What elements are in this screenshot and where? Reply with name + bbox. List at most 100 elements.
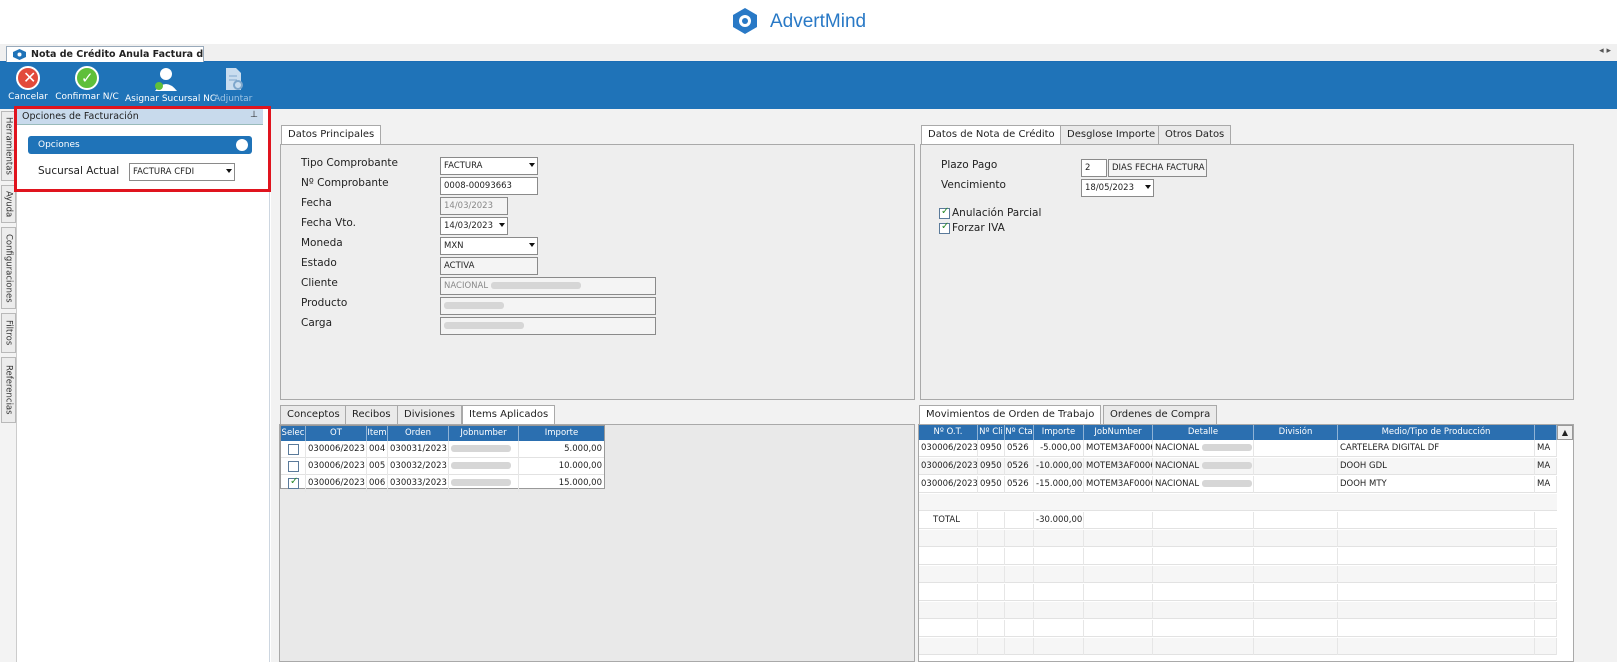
tab-divisiones[interactable]: Divisiones [397,405,462,424]
division-cell [1254,476,1338,493]
empty-cell [919,620,978,637]
empty-cell [919,602,978,619]
side-tab-configuraciones[interactable]: Configuraciones [1,227,16,309]
empty-cell [978,512,1005,529]
tab-movimientos-ot[interactable]: Movimientos de Orden de Trabajo [919,405,1102,425]
plazo-input[interactable]: 2 [1081,159,1107,177]
chevron-down-icon [529,163,535,167]
col-item[interactable]: Item [367,426,388,441]
tab-ordenes-compra[interactable]: Ordenes de Compra [1103,405,1218,424]
empty-cell [1034,620,1084,637]
table-row[interactable]: 030006/2023 0950 0526 -10.000,00 MOTEM3A… [919,458,1557,475]
table-row[interactable]: 030006/2023 004 030031/2023 5.000,00 [281,441,604,458]
redacted-text [1201,462,1252,469]
document-tab[interactable]: Nota de Crédito Anula Factura de... [6,46,204,62]
numero-input[interactable]: 0008-00093663 [440,177,538,195]
forzar-iva-checkbox[interactable]: ✓ [939,221,950,234]
empty-row [919,494,1557,511]
col-jobnumber[interactable]: Jobnumber [449,426,519,441]
total-row: TOTAL -30.000,00 [919,512,1557,529]
empty-cell [978,638,1005,655]
col-division[interactable]: División [1254,425,1338,440]
col-ot[interactable]: OT [306,426,367,441]
cancel-button[interactable]: ✕ Cancelar [8,66,48,102]
checkmark-icon: ✓ [941,221,950,232]
nota-tab-row: Datos de Nota de Crédito Desglose Import… [921,125,1241,145]
medio-cell: DOOH GDL [1338,458,1535,475]
empty-cell [1254,620,1338,637]
vencimiento-picker[interactable]: 18/05/2023 [1081,179,1154,197]
side-tab-referencias[interactable]: Referencias [1,357,16,423]
table-row[interactable]: ✓ 030006/2023 006 030033/2023 15.000,00 [281,475,604,492]
side-tab-filtros[interactable]: Filtros [1,313,16,353]
attach-document-icon [226,68,243,90]
tipo-select[interactable]: FACTURA [440,157,538,175]
col-jobnumber[interactable]: JobNumber [1084,425,1153,440]
scroll-up-icon[interactable]: ▲ [1557,425,1573,440]
col-medio[interactable]: Medio/Tipo de Producción [1338,425,1535,440]
jobnumber-cell: MOTEM3AF0006 [1084,440,1153,457]
redacted-text [451,462,511,469]
col-detalle[interactable]: Detalle [1153,425,1254,440]
importe-cell: 10.000,00 [558,461,602,471]
principal-panel: Tipo Comprobante FACTURA Nº Comprobante … [280,144,915,400]
tab-items-aplicados[interactable]: Items Aplicados [462,405,556,425]
cliente-label: Cliente [301,277,338,289]
table-row[interactable]: 030006/2023 0950 0526 -15.000,00 MOTEM3A… [919,476,1557,493]
confirm-nc-button[interactable]: ✓ Confirmar N/C [55,66,119,102]
item-cell: 006 [367,475,388,492]
redacted-text [444,322,524,329]
col-orden[interactable]: Orden [388,426,449,441]
col-selec[interactable]: Selec [281,426,306,441]
medio-cell: DOOH MTY [1338,476,1535,493]
detalle-value: NACIONAL [1155,443,1200,453]
tab-conceptos[interactable]: Conceptos [280,405,347,424]
empty-cell [1535,638,1557,655]
col-importe[interactable]: Importe [1034,425,1084,440]
moneda-select[interactable]: MXN [440,237,538,255]
tab-datos-nota[interactable]: Datos de Nota de Crédito [921,125,1062,145]
anulacion-parcial-checkbox[interactable]: ✓ [939,206,950,219]
empty-cell [978,602,1005,619]
division-cell [1254,458,1338,475]
total-label: TOTAL [919,512,978,529]
table-row[interactable]: 030006/2023 005 030032/2023 10.000,00 [281,458,604,475]
detalle-value: NACIONAL [1155,479,1200,489]
tab-scroll-arrows-icon[interactable]: ◂ ▸ [1599,46,1611,56]
extra-cell: MA [1535,440,1557,457]
fecha-vto-value: 14/03/2023 [444,221,493,231]
col-no-cli[interactable]: Nº Cli [978,425,1005,440]
fecha-vto-picker[interactable]: 14/03/2023 [440,217,508,235]
movimientos-tab-row: Movimientos de Orden de Trabajo Ordenes … [919,405,1239,425]
checkmark-icon: ✓ [290,476,299,487]
empty-row [919,530,1557,547]
empty-cell [1153,638,1254,655]
row-checkbox[interactable]: ✓ [288,476,299,489]
col-no-cta[interactable]: Nº Cta [1005,425,1034,440]
tab-datos-principales[interactable]: Datos Principales [281,125,382,145]
orden-cell: 030033/2023 [388,475,449,492]
empty-row [919,602,1557,619]
detalle-cell: NACIONAL [1153,440,1254,457]
table-row[interactable]: 030006/2023 0950 0526 -5.000,00 MOTEM3AF… [919,440,1557,457]
row-checkbox[interactable] [288,444,299,455]
empty-cell [1535,530,1557,547]
attach-button[interactable]: Adjuntar [214,66,252,104]
tab-recibos[interactable]: Recibos [345,405,398,424]
empty-cell [1034,584,1084,601]
tab-desglose-importe[interactable]: Desglose Importe [1060,125,1163,144]
row-checkbox[interactable] [288,461,299,472]
item-cell: 004 [367,441,388,458]
col-importe[interactable]: Importe [519,426,604,441]
tab-otros-datos[interactable]: Otros Datos [1158,125,1232,144]
cta-cell: 0526 [1005,476,1034,493]
col-extra[interactable] [1535,425,1557,440]
empty-cell [1338,602,1535,619]
select-cell [281,458,306,475]
col-no-ot[interactable]: Nº O.T. [919,425,978,440]
ot-cell: 030006/2023 [919,440,978,457]
assign-sucursal-button[interactable]: Asignar Sucursal NC [125,66,216,104]
checkmark-icon: ✓ [941,206,950,217]
total-value: -30.000,00 [1034,512,1084,529]
producto-input [440,297,656,315]
